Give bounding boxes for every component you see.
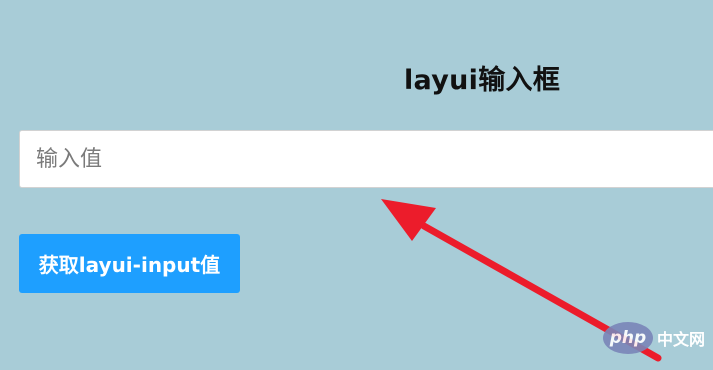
get-input-value-button[interactable]: 获取layui-input值 bbox=[19, 234, 240, 293]
php-cn-watermark: php 中文网 bbox=[603, 322, 705, 354]
value-input[interactable] bbox=[19, 130, 713, 188]
watermark-site-text: 中文网 bbox=[657, 330, 706, 349]
page-title: layui输入框 bbox=[404, 65, 561, 96]
php-logo-icon: php bbox=[603, 322, 653, 354]
